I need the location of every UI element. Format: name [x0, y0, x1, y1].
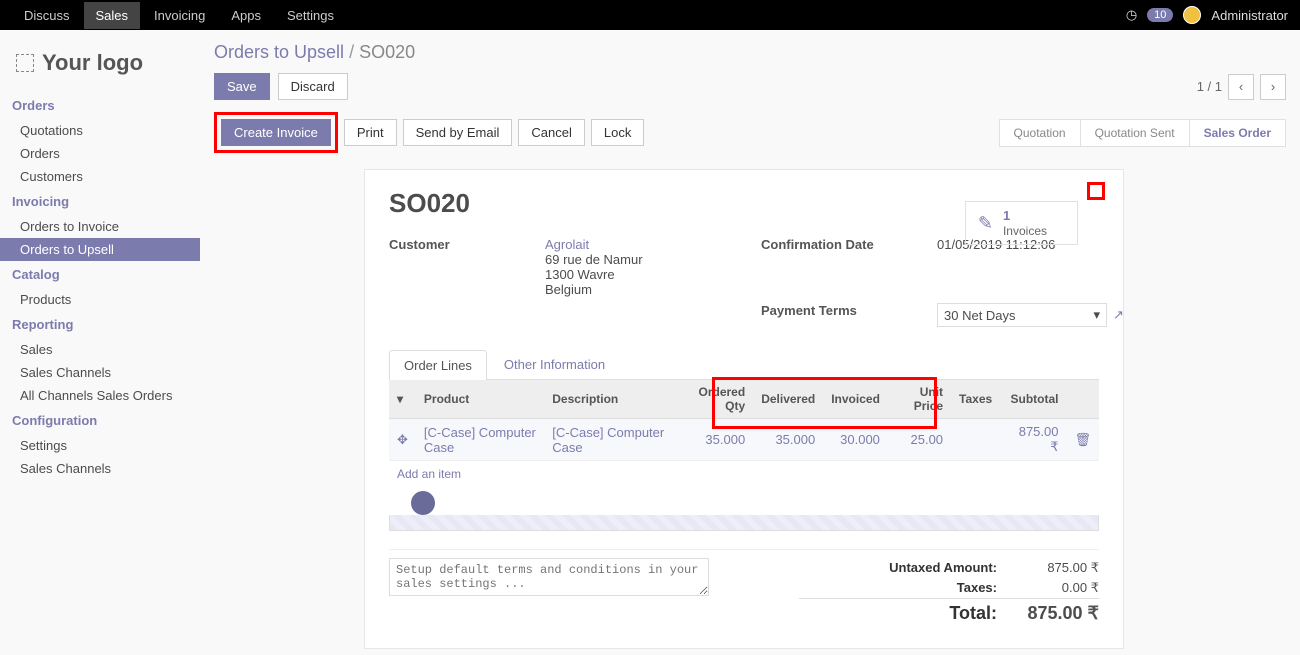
- sidebar-item-orders[interactable]: Orders: [0, 142, 200, 165]
- pager-text: 1 / 1: [1197, 79, 1222, 94]
- cell-product[interactable]: [C-Case] Computer Case: [416, 419, 544, 461]
- sidebar-item-orders-to-invoice[interactable]: Orders to Invoice: [0, 215, 200, 238]
- cell-ordered[interactable]: 35.000: [676, 419, 753, 461]
- col-product[interactable]: Product: [416, 380, 544, 419]
- sidebar-section-catalog: Catalog: [0, 261, 200, 288]
- lock-button[interactable]: Lock: [591, 119, 644, 146]
- sidebar-item-quotations[interactable]: Quotations: [0, 119, 200, 142]
- sidebar-section-orders: Orders: [0, 92, 200, 119]
- invoices-count: 1: [1003, 208, 1010, 223]
- customer-addr1: 69 rue de Namur: [545, 252, 745, 267]
- pager-prev[interactable]: ‹: [1228, 74, 1254, 100]
- sidebar-item-sales[interactable]: Sales: [0, 338, 200, 361]
- sidebar-item-customers[interactable]: Customers: [0, 165, 200, 188]
- logo-text: Your logo: [42, 50, 143, 76]
- cell-delivered[interactable]: 35.000: [753, 419, 823, 461]
- col-toggle[interactable]: ▾: [389, 380, 416, 419]
- sidebar-item-all-channels-sales-orders[interactable]: All Channels Sales Orders: [0, 384, 200, 407]
- status-step-quotation[interactable]: Quotation: [999, 119, 1081, 147]
- customer-name[interactable]: Agrolait: [545, 237, 745, 252]
- external-link-icon[interactable]: ↗: [1113, 307, 1124, 323]
- sidebar-section-reporting: Reporting: [0, 311, 200, 338]
- taxes-value: 0.00: [1062, 580, 1087, 595]
- untaxed-label: Untaxed Amount:: [889, 560, 997, 576]
- send-email-button[interactable]: Send by Email: [403, 119, 513, 146]
- terms-textarea[interactable]: [389, 558, 709, 596]
- untaxed-value: 875.00: [1047, 560, 1087, 575]
- user-name[interactable]: Administrator: [1211, 8, 1288, 23]
- drop-icon: [411, 491, 435, 515]
- clock-icon[interactable]: ◷: [1126, 7, 1137, 23]
- drop-zone[interactable]: [389, 515, 1099, 531]
- sidebar-item-orders-to-upsell[interactable]: Orders to Upsell: [0, 238, 200, 261]
- cell-unit-price[interactable]: 25.00: [888, 419, 951, 461]
- cell-taxes[interactable]: [951, 419, 1000, 461]
- discard-button[interactable]: Discard: [278, 73, 348, 100]
- topbar: DiscussSalesInvoicingAppsSettings ◷ 10 A…: [0, 0, 1300, 30]
- cell-description[interactable]: [C-Case] Computer Case: [544, 419, 676, 461]
- col-unit-price[interactable]: Unit Price: [888, 380, 951, 419]
- tab-other-information[interactable]: Other Information: [489, 349, 620, 379]
- create-invoice-button[interactable]: Create Invoice: [221, 119, 331, 146]
- col-invoiced[interactable]: Invoiced: [823, 380, 888, 419]
- topbar-item-apps[interactable]: Apps: [219, 2, 273, 29]
- breadcrumb: Orders to Upsell / SO020: [214, 36, 1286, 69]
- save-button[interactable]: Save: [214, 73, 270, 100]
- sidebar-section-invoicing: Invoicing: [0, 188, 200, 215]
- sidebar: Your logo OrdersQuotationsOrdersCustomer…: [0, 30, 200, 655]
- cell-invoiced[interactable]: 30.000: [823, 419, 888, 461]
- chevron-down-icon: ▾: [1093, 307, 1100, 323]
- sidebar-section-configuration: Configuration: [0, 407, 200, 434]
- taxes-label: Taxes:: [957, 580, 997, 596]
- sidebar-item-sales-channels[interactable]: Sales Channels: [0, 457, 200, 480]
- confirmation-label: Confirmation Date: [761, 237, 921, 252]
- breadcrumb-parent[interactable]: Orders to Upsell: [214, 42, 344, 62]
- customer-label: Customer: [389, 237, 529, 252]
- add-item-link[interactable]: Add an item: [389, 461, 1099, 487]
- cancel-button[interactable]: Cancel: [518, 119, 584, 146]
- highlight-invoices-stat: ✎ 1 Invoices: [1087, 182, 1105, 200]
- table-row[interactable]: ✥[C-Case] Computer Case[C-Case] Computer…: [389, 419, 1099, 461]
- status-step-sales-order[interactable]: Sales Order: [1189, 119, 1286, 147]
- status-step-quotation-sent[interactable]: Quotation Sent: [1080, 119, 1190, 147]
- notification-badge[interactable]: 10: [1147, 8, 1173, 22]
- order-lines-table: ▾ Product Description Ordered Qty Delive…: [389, 380, 1099, 461]
- customer-addr3: Belgium: [545, 282, 745, 297]
- drag-icon[interactable]: ✥: [389, 419, 416, 461]
- highlight-create-invoice: Create Invoice: [214, 112, 338, 153]
- breadcrumb-current: SO020: [359, 42, 415, 62]
- sidebar-item-sales-channels[interactable]: Sales Channels: [0, 361, 200, 384]
- col-description[interactable]: Description: [544, 380, 676, 419]
- col-subtotal[interactable]: Subtotal: [1000, 380, 1066, 419]
- logo: Your logo: [0, 42, 200, 92]
- tab-order-lines[interactable]: Order Lines: [389, 350, 487, 380]
- col-taxes[interactable]: Taxes: [951, 380, 1000, 419]
- form-card: SO020 ✎ 1 Invoices Customer Agrolait 69 …: [364, 169, 1124, 649]
- trash-icon[interactable]: 🗑: [1066, 419, 1099, 461]
- cell-subtotal: 875.00 ₹: [1000, 419, 1066, 461]
- topbar-item-invoicing[interactable]: Invoicing: [142, 2, 217, 29]
- total-label: Total:: [949, 603, 997, 624]
- sidebar-item-products[interactable]: Products: [0, 288, 200, 311]
- payment-terms-label: Payment Terms: [761, 303, 921, 318]
- topbar-item-settings[interactable]: Settings: [275, 2, 346, 29]
- payment-terms-select[interactable]: 30 Net Days ▾: [937, 303, 1107, 327]
- sidebar-item-settings[interactable]: Settings: [0, 434, 200, 457]
- avatar[interactable]: [1183, 6, 1201, 24]
- print-button[interactable]: Print: [344, 119, 397, 146]
- main: Orders to Upsell / SO020 Save Discard 1 …: [200, 30, 1300, 655]
- customer-addr2: 1300 Wavre: [545, 267, 745, 282]
- invoices-stat-button[interactable]: ✎ 1 Invoices: [965, 201, 1078, 245]
- edit-icon: ✎: [978, 213, 993, 234]
- topbar-item-discuss[interactable]: Discuss: [12, 2, 82, 29]
- col-delivered[interactable]: Delivered: [753, 380, 823, 419]
- topbar-item-sales[interactable]: Sales: [84, 2, 141, 29]
- col-ordered[interactable]: Ordered Qty: [676, 380, 753, 419]
- total-value: 875.00: [1027, 603, 1082, 623]
- logo-icon: [16, 54, 34, 72]
- invoices-label: Invoices: [1003, 224, 1047, 238]
- pager-next[interactable]: ›: [1260, 74, 1286, 100]
